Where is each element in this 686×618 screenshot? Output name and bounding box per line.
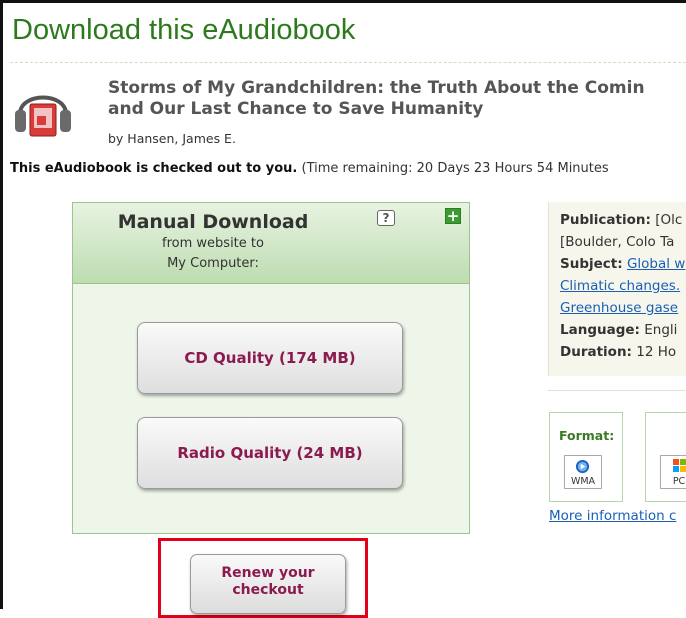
publication-continued: [Boulder, Colo Ta bbox=[560, 234, 675, 250]
book-title: Storms of My Grandchildren: the Truth Ab… bbox=[108, 78, 686, 120]
duration-label: Duration: bbox=[560, 344, 632, 360]
window-frame-top bbox=[0, 0, 686, 3]
window-frame-left bbox=[0, 0, 3, 609]
duration-row: Duration: 12 Ho bbox=[560, 344, 686, 360]
wma-format-icon[interactable]: WMA bbox=[564, 455, 602, 489]
wma-label: WMA bbox=[570, 476, 596, 487]
language-value: Engli bbox=[639, 322, 678, 338]
duration-value: 12 Ho bbox=[631, 344, 677, 360]
subject-link-2[interactable]: Climatic changes. bbox=[560, 278, 680, 294]
pc-format-icon[interactable]: PC bbox=[660, 455, 686, 489]
subject-row: Subject: Global w bbox=[560, 256, 686, 272]
more-information-link[interactable]: More information c bbox=[549, 508, 686, 524]
manual-download-subtitle-2: My Computer: bbox=[167, 256, 259, 271]
subject-row-3: Greenhouse gase bbox=[560, 300, 686, 316]
manual-download-subtitle-1: from website to bbox=[162, 236, 264, 251]
checkout-status: This eAudiobook is checked out to you. (… bbox=[10, 161, 686, 176]
help-icon[interactable]: ? bbox=[377, 210, 395, 226]
publication-value: [Olc bbox=[650, 212, 683, 228]
windows-logo-icon bbox=[673, 459, 686, 472]
manual-download-panel: Manual Download from website to My Compu… bbox=[72, 202, 470, 534]
windows-media-icon bbox=[575, 459, 590, 474]
format-box-2: PC bbox=[645, 412, 686, 502]
renew-checkout-button[interactable]: Renew your checkout bbox=[190, 554, 346, 614]
subject-link-1[interactable]: Global w bbox=[627, 256, 685, 272]
language-label: Language: bbox=[560, 322, 640, 338]
publication-label: Publication: bbox=[560, 212, 651, 228]
manual-download-header: Manual Download from website to My Compu… bbox=[73, 203, 469, 284]
book-title-line2: and Our Last Chance to Save Humanity bbox=[108, 99, 484, 119]
format-box: Format: WMA bbox=[549, 412, 623, 502]
title-divider bbox=[10, 62, 686, 63]
format-label: Format: bbox=[559, 428, 615, 443]
page-title: Download this eAudiobook bbox=[12, 14, 356, 46]
audiobook-headphones-icon bbox=[15, 95, 71, 137]
manual-download-title: Manual Download bbox=[117, 211, 309, 233]
radio-quality-download-button[interactable]: Radio Quality (24 MB) bbox=[137, 417, 403, 489]
time-remaining: (Time remaining: 20 Days 23 Hours 54 Min… bbox=[297, 161, 609, 176]
subject-row-2: Climatic changes. bbox=[560, 278, 686, 294]
renew-label-line2: checkout bbox=[232, 582, 304, 598]
book-author: by Hansen, James E. bbox=[108, 131, 236, 146]
checkout-status-text: This eAudiobook is checked out to you. bbox=[10, 161, 298, 176]
renew-label-line1: Renew your bbox=[221, 565, 315, 581]
subject-link-3[interactable]: Greenhouse gase bbox=[560, 300, 678, 316]
cd-quality-download-button[interactable]: CD Quality (174 MB) bbox=[137, 322, 403, 394]
expand-plus-icon[interactable]: + bbox=[445, 208, 461, 224]
details-divider bbox=[548, 390, 686, 391]
publication-row: Publication: [Olc bbox=[560, 212, 686, 228]
language-row: Language: Engli bbox=[560, 322, 686, 338]
pc-label: PC bbox=[672, 476, 686, 487]
book-title-line1: Storms of My Grandchildren: the Truth Ab… bbox=[108, 78, 645, 98]
subject-label: Subject: bbox=[560, 256, 623, 272]
